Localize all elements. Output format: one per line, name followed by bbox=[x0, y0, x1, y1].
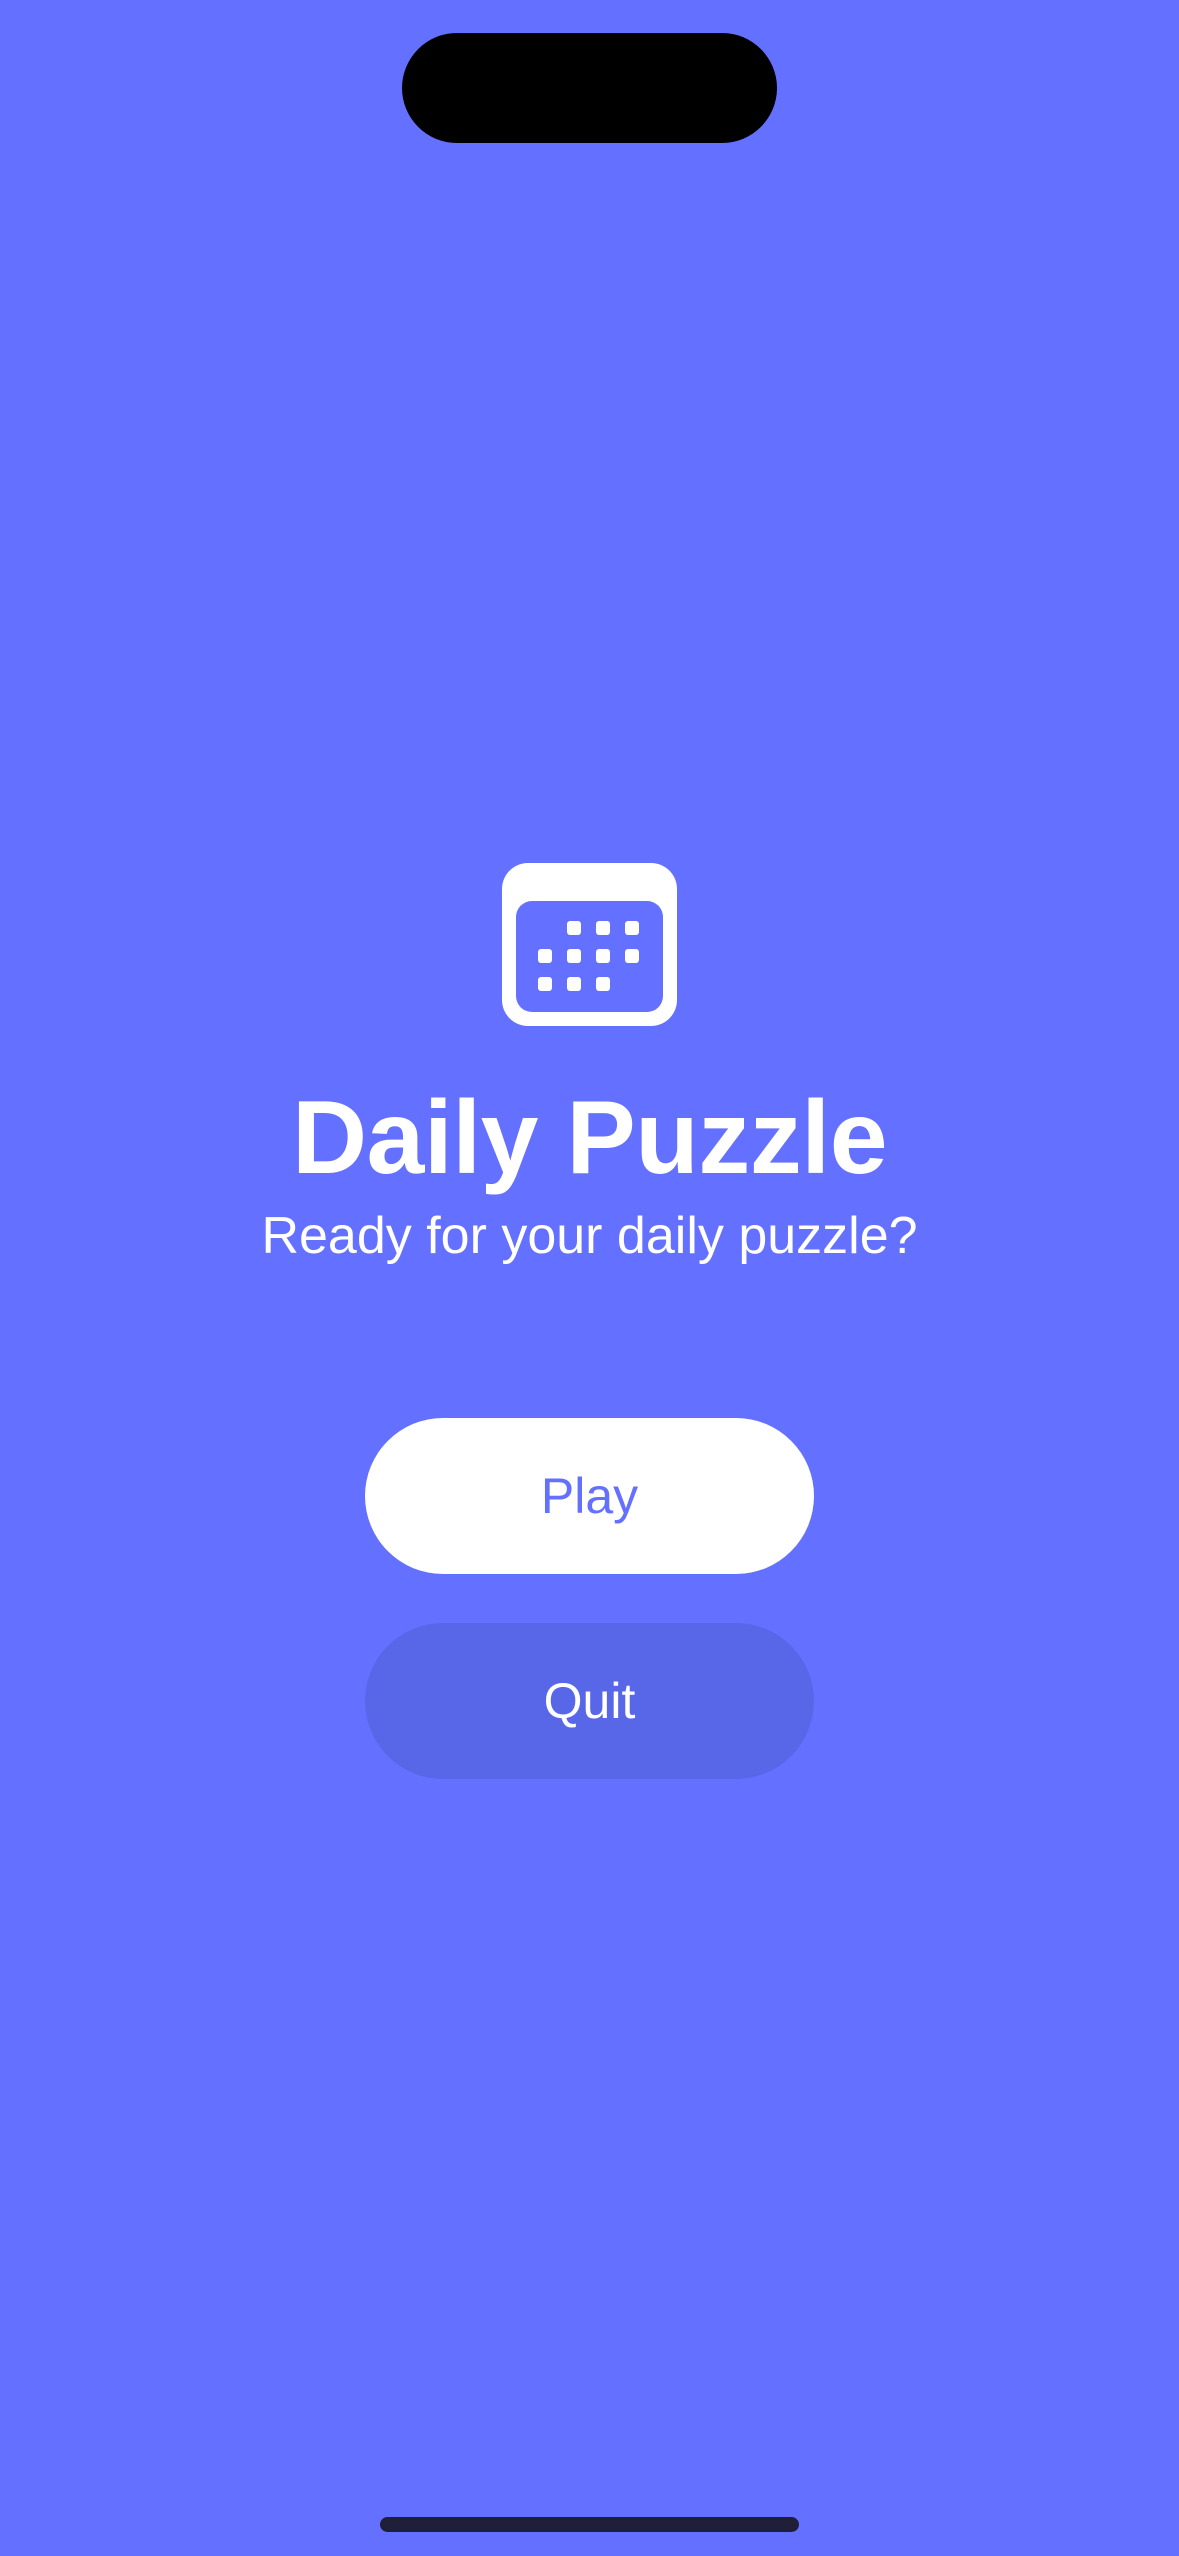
dynamic-island bbox=[402, 33, 777, 143]
page-title: Daily Puzzle bbox=[291, 1080, 888, 1196]
page-subtitle: Ready for your daily puzzle? bbox=[261, 1207, 918, 1265]
home-indicator[interactable] bbox=[380, 2517, 799, 2532]
play-button[interactable]: Play bbox=[365, 1418, 814, 1574]
quit-button[interactable]: Quit bbox=[365, 1623, 814, 1779]
app-screen: Daily Puzzle Ready for your daily puzzle… bbox=[0, 0, 1179, 2556]
calendar-icon bbox=[502, 863, 677, 1026]
